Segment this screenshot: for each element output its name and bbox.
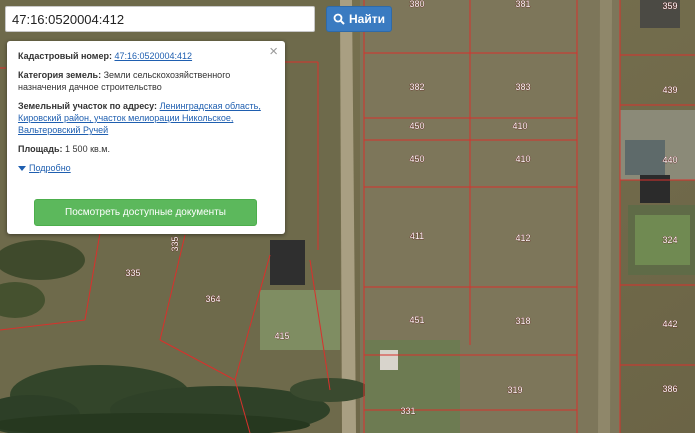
plot-number: 386 xyxy=(662,384,677,394)
plot-number: 382 xyxy=(409,82,424,92)
plot-number: 450 xyxy=(409,154,424,164)
plot-number: 318 xyxy=(515,316,530,326)
plot-number: 335 xyxy=(125,268,140,278)
address-label: Земельный участок по адресу: xyxy=(18,101,158,111)
triangle-down-icon xyxy=(18,165,26,171)
plot-number: 380 xyxy=(409,0,424,9)
plot-number: 383 xyxy=(515,82,530,92)
address-row: Земельный участок по адресу: Ленинградск… xyxy=(18,100,275,136)
area-row: Площадь: 1 500 кв.м. xyxy=(18,143,275,155)
close-icon[interactable]: × xyxy=(269,44,278,60)
area-value: 1 500 кв.м. xyxy=(65,144,110,154)
view-documents-button[interactable]: Посмотреть доступные документы xyxy=(34,199,257,226)
plot-number: 319 xyxy=(507,385,522,395)
cadastral-number-link[interactable]: 47:16:0520004:412 xyxy=(114,51,192,61)
plot-number: 410 xyxy=(512,121,527,131)
plot-number: 359 xyxy=(662,1,677,11)
details-toggle[interactable]: Подробно xyxy=(18,162,275,174)
land-category-row: Категория земель: Земли сельскохозяйстве… xyxy=(18,69,275,93)
search-button[interactable]: Найти xyxy=(326,6,392,32)
plot-number: 442 xyxy=(662,319,677,329)
cadastral-number-label: Кадастровый номер: xyxy=(18,51,112,61)
details-link[interactable]: Подробно xyxy=(29,162,71,174)
land-category-label: Категория земель: xyxy=(18,70,102,80)
search-button-label: Найти xyxy=(349,12,385,26)
plot-number: 331 xyxy=(400,406,415,416)
plot-number: 381 xyxy=(515,0,530,9)
cadastral-number-row: Кадастровый номер: 47:16:0520004:412 xyxy=(18,50,275,62)
plot-number: 364 xyxy=(205,294,220,304)
plot-number: 324 xyxy=(662,235,677,245)
plot-number: 439 xyxy=(662,85,677,95)
cadastral-search-input[interactable] xyxy=(5,6,315,32)
plot-number: 412 xyxy=(515,233,530,243)
plot-number: 410 xyxy=(515,154,530,164)
area-label: Площадь: xyxy=(18,144,63,154)
plot-number: 335 xyxy=(170,236,180,251)
plot-number: 415 xyxy=(274,331,289,341)
plot-number: 450 xyxy=(409,121,424,131)
search-icon xyxy=(333,13,345,25)
plot-number: 451 xyxy=(409,315,424,325)
plot-number: 440 xyxy=(662,155,677,165)
plot-number: 411 xyxy=(410,231,424,241)
parcel-info-popup: × Кадастровый номер: 47:16:0520004:412 К… xyxy=(7,41,285,234)
